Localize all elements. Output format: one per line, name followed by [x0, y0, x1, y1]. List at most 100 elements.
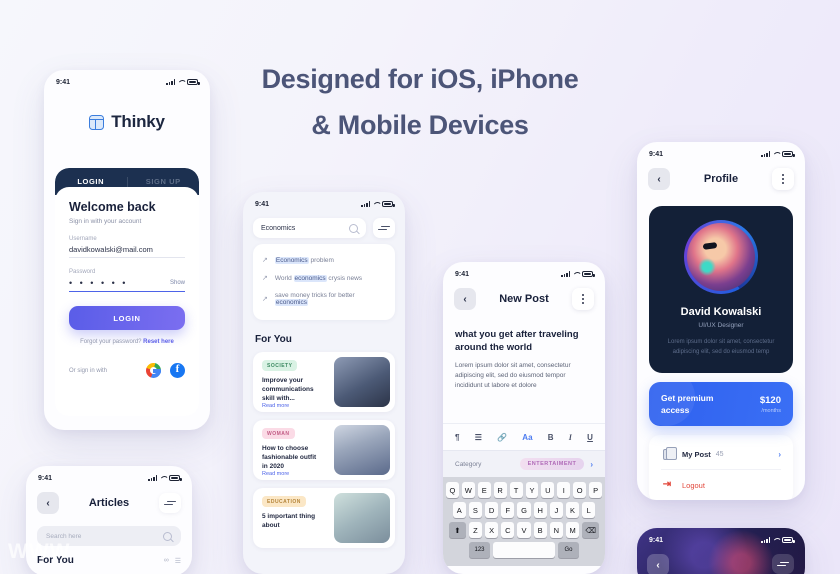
category-badge: ENTERTAIMENT: [519, 458, 585, 470]
facebook-icon[interactable]: f: [170, 363, 185, 378]
key[interactable]: K: [565, 502, 580, 518]
list-icon[interactable]: ☰: [475, 433, 482, 442]
article-card[interactable]: WOMAN How to choose fashionable outfit i…: [253, 420, 395, 480]
underline-icon[interactable]: U: [587, 433, 593, 442]
key[interactable]: D: [485, 502, 499, 518]
status-indicators: [761, 151, 795, 157]
forgot-password-text: Forgot your password?: [80, 339, 142, 345]
search-icon[interactable]: [163, 531, 172, 541]
search-input[interactable]: Economics: [253, 218, 366, 238]
bold-icon[interactable]: B: [548, 433, 554, 442]
section-title-for-you: For You: [37, 555, 74, 566]
paragraph-icon[interactable]: ¶: [455, 433, 459, 442]
chevron-right-icon: ›: [778, 449, 781, 459]
shift-key[interactable]: ⬆: [448, 522, 466, 538]
back-button[interactable]: ‹: [648, 168, 670, 190]
key[interactable]: J: [549, 502, 563, 518]
google-icon[interactable]: [146, 363, 161, 378]
read-more-link[interactable]: Read more: [262, 471, 321, 477]
key[interactable]: L: [582, 502, 596, 518]
cellular-icon: [561, 271, 570, 277]
profile-name: David Kowalski: [680, 306, 762, 318]
keyboard-row: ⬆ Z X C V B N M ⌫: [446, 522, 602, 538]
article-card[interactable]: EDUCATION 5 important thing about: [253, 488, 395, 548]
search-input[interactable]: Search here: [37, 526, 181, 546]
suggestion-item[interactable]: ↗ World economics crysis news: [262, 269, 386, 287]
font-size-icon[interactable]: Aa: [522, 433, 532, 442]
more-icon: [581, 294, 584, 304]
backspace-key[interactable]: ⌫: [582, 522, 600, 538]
back-button[interactable]: ‹: [647, 554, 669, 574]
post-title-input[interactable]: what you get after traveling around the …: [443, 318, 605, 354]
login-button[interactable]: LOGIN: [69, 306, 185, 330]
key[interactable]: F: [501, 502, 515, 518]
key[interactable]: A: [452, 502, 466, 518]
premium-banner[interactable]: Get premium access $120 /months: [649, 382, 793, 426]
category-tag: EDUCATION: [262, 496, 306, 507]
space-key[interactable]: [493, 542, 555, 558]
key[interactable]: B: [533, 522, 547, 538]
key[interactable]: W: [461, 482, 475, 498]
numbers-key[interactable]: 123: [469, 542, 490, 558]
key[interactable]: H: [533, 502, 547, 518]
key[interactable]: N: [549, 522, 563, 538]
more-options-button[interactable]: [571, 288, 594, 310]
key[interactable]: P: [589, 482, 603, 498]
on-screen-keyboard[interactable]: Q W E R T Y U I O P A S D F G H J K L ⬆ …: [443, 477, 605, 566]
username-input[interactable]: davidkowalski@mail.com: [69, 245, 185, 258]
key[interactable]: M: [565, 522, 580, 538]
suggestion-item[interactable]: ↗ Economics problem: [262, 251, 386, 269]
key[interactable]: U: [541, 482, 555, 498]
filter-button[interactable]: [373, 218, 395, 238]
page-title: Profile: [703, 173, 739, 185]
menu-item-count: 45: [715, 450, 724, 458]
filter-button[interactable]: [158, 493, 181, 513]
key[interactable]: G: [517, 502, 531, 518]
post-body-input[interactable]: Lorem ipsum dolor sit amet, consectetur …: [443, 354, 605, 391]
menu-item-label: Logout: [682, 480, 705, 490]
status-bar: 9:41: [637, 528, 805, 548]
suggestion-text: problem: [308, 256, 334, 264]
more-options-button[interactable]: [771, 168, 794, 190]
back-button[interactable]: ‹: [37, 492, 59, 514]
key[interactable]: R: [493, 482, 507, 498]
show-password-link[interactable]: Show: [170, 280, 185, 286]
category-selector[interactable]: Category ENTERTAIMENT ›: [443, 450, 605, 477]
italic-icon[interactable]: I: [569, 433, 572, 442]
tab-login[interactable]: LOGIN: [55, 177, 127, 186]
suggestion-item[interactable]: ↗ save money tricks for better economics: [262, 287, 386, 311]
search-icon[interactable]: [349, 223, 358, 233]
status-indicators: [148, 475, 182, 481]
filter-button[interactable]: [772, 554, 794, 574]
menu-item-my-post[interactable]: My Post 45 ›: [661, 439, 781, 469]
key[interactable]: I: [557, 482, 571, 498]
search-bar-row: Economics: [243, 212, 405, 238]
forgot-password-row: Forgot your password? Reset here: [69, 339, 185, 345]
username-label: Username: [69, 236, 97, 242]
go-key[interactable]: Go: [558, 542, 579, 558]
key[interactable]: Y: [525, 482, 539, 498]
link-icon[interactable]: 🔗: [497, 433, 507, 442]
key[interactable]: Q: [445, 482, 459, 498]
suggestion-highlight: Economics: [274, 256, 309, 264]
key[interactable]: V: [517, 522, 531, 538]
password-input[interactable]: • • • • • • Show: [69, 278, 185, 292]
key[interactable]: C: [501, 522, 515, 538]
back-button[interactable]: ‹: [454, 288, 476, 310]
reset-here-link[interactable]: Reset here: [143, 339, 174, 345]
key[interactable]: T: [509, 482, 523, 498]
arrow-up-right-icon: ↗: [262, 275, 268, 282]
key[interactable]: E: [477, 482, 491, 498]
key[interactable]: O: [573, 482, 587, 498]
read-more-link[interactable]: Read more: [262, 403, 321, 409]
article-card[interactable]: SOCIETY Improve your communications skil…: [253, 352, 395, 412]
infinity-icon[interactable]: ∞: [164, 557, 169, 564]
tab-signup[interactable]: SIGN UP: [128, 177, 200, 186]
list-view-icon[interactable]: ☰: [175, 557, 181, 565]
key[interactable]: Z: [468, 522, 483, 538]
avatar: [687, 223, 755, 291]
article-title: Improve your communications skill with..…: [262, 377, 314, 402]
key[interactable]: S: [468, 502, 483, 518]
menu-item-logout[interactable]: ⇥ Logout: [661, 469, 781, 500]
key[interactable]: X: [485, 522, 499, 538]
